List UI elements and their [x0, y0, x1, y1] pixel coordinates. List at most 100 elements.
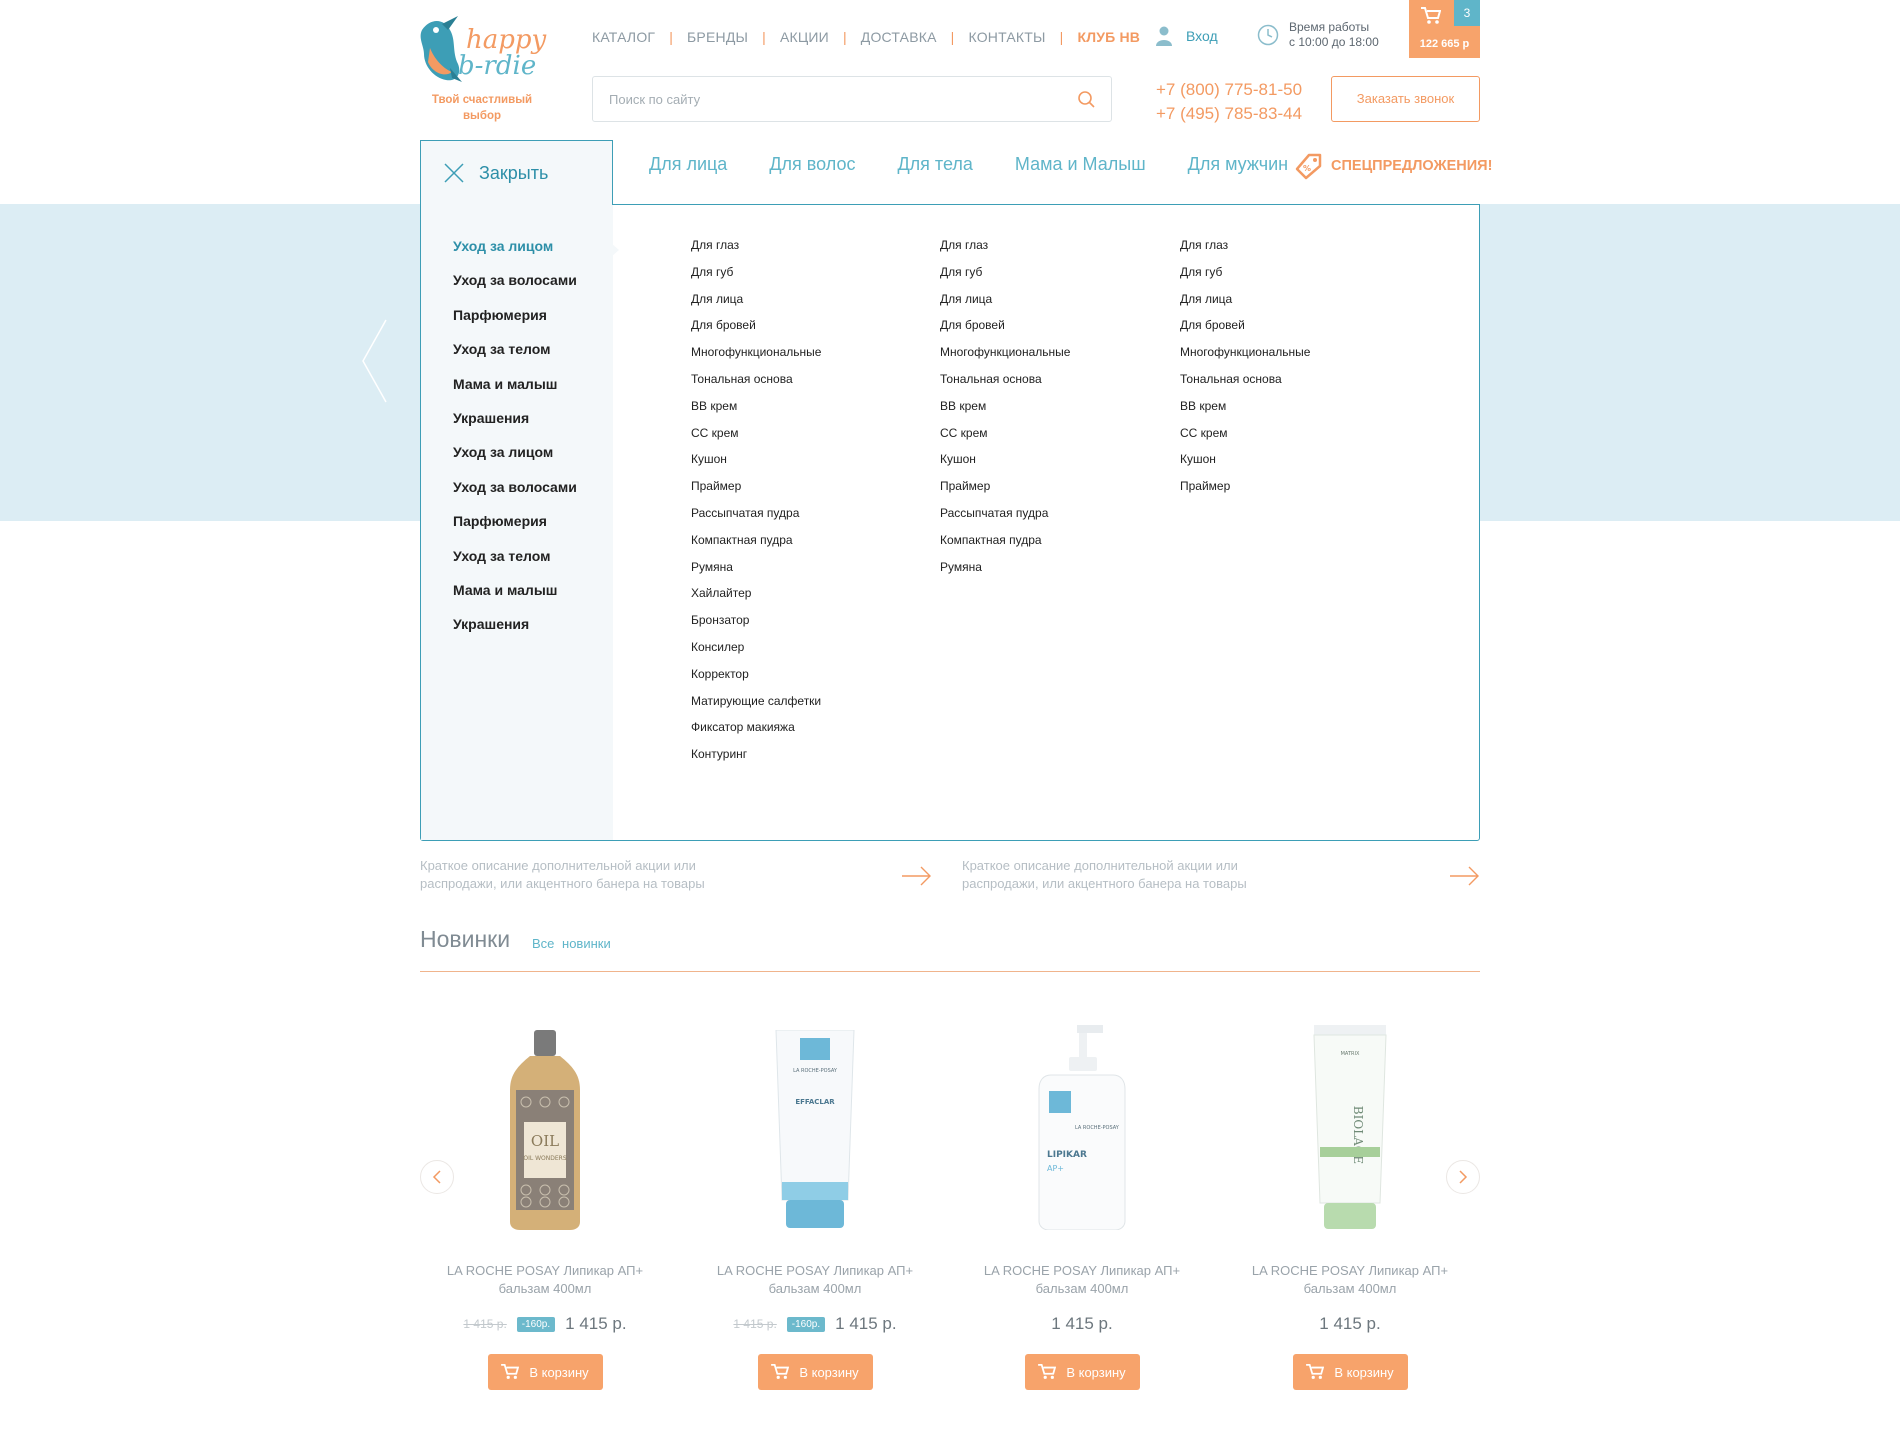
- nav-club[interactable]: КЛУБ HB: [1077, 29, 1140, 45]
- subcategory-link[interactable]: BB крем: [940, 399, 1070, 426]
- subcategory-link[interactable]: Кушон: [1180, 452, 1310, 479]
- product-image[interactable]: OIL OIL WONDERS: [435, 1020, 655, 1230]
- arrow-right-icon[interactable]: [1450, 866, 1480, 886]
- subcategory-link[interactable]: Для бровей: [940, 318, 1070, 345]
- menu-category-item[interactable]: Уход за телом: [453, 548, 577, 582]
- search-input[interactable]: [609, 77, 1049, 121]
- subcategory-link[interactable]: CC крем: [691, 426, 821, 453]
- subcategory-link[interactable]: Бронзатор: [691, 613, 821, 640]
- add-to-cart-button[interactable]: В корзину: [1292, 1354, 1408, 1390]
- subcategory-link[interactable]: Праймер: [940, 479, 1070, 506]
- category-face[interactable]: Для лица: [649, 154, 727, 175]
- subcategory-column-1: Для глаз Для губ Для лица Для бровей Многофу…: [691, 238, 821, 774]
- menu-category-item[interactable]: Парфюмерия: [453, 513, 577, 547]
- product-name[interactable]: LA ROCHE POSAY Липикар АП+ бальзам 400мл: [972, 1262, 1192, 1298]
- subcategory-link[interactable]: Матирующие салфетки: [691, 694, 821, 721]
- subcategory-link[interactable]: BB крем: [691, 399, 821, 426]
- subcategory-link[interactable]: Консилер: [691, 640, 821, 667]
- subcategory-link[interactable]: Для губ: [1180, 265, 1310, 292]
- subcategory-link[interactable]: Для бровей: [691, 318, 821, 345]
- subcategory-link[interactable]: CC крем: [940, 426, 1070, 453]
- subcategory-link[interactable]: Корректор: [691, 667, 821, 694]
- menu-category-item[interactable]: Мама и малыш: [453, 376, 577, 410]
- add-to-cart-button[interactable]: В корзину: [757, 1354, 873, 1390]
- catalog-close-button[interactable]: Закрыть: [420, 140, 613, 205]
- promo-text-1[interactable]: Краткое описание дополнительной акции ил…: [420, 857, 705, 893]
- callback-button[interactable]: Заказать звонок: [1331, 76, 1480, 122]
- subcategory-link[interactable]: Кушон: [691, 452, 821, 479]
- subcategory-link[interactable]: Рассыпчатая пудра: [940, 506, 1070, 533]
- subcategory-link[interactable]: Многофункциональные: [691, 345, 821, 372]
- subcategory-link[interactable]: Для глаз: [1180, 238, 1310, 265]
- product-tube-biolage: MATRIX BIOLAGE: [1313, 1025, 1387, 1229]
- subcategory-link[interactable]: Румяна: [691, 560, 821, 587]
- subcategory-link[interactable]: Для глаз: [691, 238, 821, 265]
- product-name[interactable]: LA ROCHE POSAY Липикар АП+ бальзам 400мл: [435, 1262, 655, 1298]
- subcategory-link[interactable]: Для глаз: [940, 238, 1070, 265]
- category-mom-baby[interactable]: Мама и Малыш: [1015, 154, 1146, 175]
- subcategory-link[interactable]: Тональная основа: [940, 372, 1070, 399]
- subcategory-link[interactable]: Для губ: [691, 265, 821, 292]
- cart-widget[interactable]: 3 122 665 р: [1409, 0, 1480, 58]
- all-new-products-link[interactable]: Все новинки: [532, 936, 611, 951]
- product-card[interactable]: LA ROCHE-POSAY EFFACLAR LA ROCHE POSAY Л…: [705, 1020, 925, 1390]
- subcategory-link[interactable]: Для лица: [940, 292, 1070, 319]
- subcategory-link[interactable]: Тональная основа: [1180, 372, 1310, 399]
- menu-category-item[interactable]: Уход за лицом: [453, 238, 577, 272]
- menu-category-item[interactable]: Мама и малыш: [453, 582, 577, 616]
- nav-delivery[interactable]: ДОСТАВКА: [861, 29, 937, 45]
- menu-category-item[interactable]: Уход за лицом: [453, 444, 577, 478]
- subcategory-link[interactable]: Рассыпчатая пудра: [691, 506, 821, 533]
- subcategory-link[interactable]: CC крем: [1180, 426, 1310, 453]
- menu-category-item[interactable]: Уход за волосами: [453, 272, 577, 306]
- product-image[interactable]: LA ROCHE-POSAY EFFACLAR: [705, 1020, 925, 1230]
- subcategory-link[interactable]: Многофункциональные: [1180, 345, 1310, 372]
- phone-1[interactable]: +7 (800) 775-81-50: [1156, 78, 1302, 102]
- login-link[interactable]: Вход: [1156, 26, 1218, 46]
- menu-category-item[interactable]: Украшения: [453, 410, 577, 444]
- subcategory-link[interactable]: Для бровей: [1180, 318, 1310, 345]
- subcategory-link[interactable]: BB крем: [1180, 399, 1310, 426]
- subcategory-link[interactable]: Компактная пудра: [940, 533, 1070, 560]
- nav-catalog[interactable]: КАТАЛОГ: [592, 29, 655, 45]
- phone-2[interactable]: +7 (495) 785-83-44: [1156, 102, 1302, 126]
- nav-promos[interactable]: АКЦИИ: [780, 29, 829, 45]
- nav-brands[interactable]: БРЕНДЫ: [687, 29, 748, 45]
- category-men[interactable]: Для мужчин: [1188, 154, 1288, 175]
- subcategory-link[interactable]: Для лица: [691, 292, 821, 319]
- product-name[interactable]: LA ROCHE POSAY Липикар АП+ бальзам 400мл: [1240, 1262, 1460, 1298]
- nav-contacts[interactable]: КОНТАКТЫ: [969, 29, 1046, 45]
- category-hair[interactable]: Для волос: [769, 154, 855, 175]
- subcategory-link[interactable]: Кушон: [940, 452, 1070, 479]
- subcategory-link[interactable]: Контуринг: [691, 747, 821, 774]
- product-image[interactable]: LA ROCHE-POSAY LIPIKAR AP+: [972, 1020, 1192, 1230]
- menu-category-item[interactable]: Уход за телом: [453, 341, 577, 375]
- category-body[interactable]: Для тела: [897, 154, 972, 175]
- add-to-cart-button[interactable]: В корзину: [487, 1354, 603, 1390]
- special-offers-link[interactable]: % СПЕЦПРЕДЛОЖЕНИЯ!: [1293, 151, 1492, 181]
- subcategory-link[interactable]: Праймер: [691, 479, 821, 506]
- subcategory-link[interactable]: Для губ: [940, 265, 1070, 292]
- subcategory-link[interactable]: Тональная основа: [691, 372, 821, 399]
- subcategory-link[interactable]: Многофункциональные: [940, 345, 1070, 372]
- subcategory-link[interactable]: Хайлайтер: [691, 586, 821, 613]
- subcategory-link[interactable]: Румяна: [940, 560, 1070, 587]
- promo-text-2[interactable]: Краткое описание дополнительной акции ил…: [962, 857, 1247, 893]
- arrow-right-icon[interactable]: [902, 866, 932, 886]
- hero-prev-arrow-icon[interactable]: [360, 318, 390, 404]
- product-card[interactable]: LA ROCHE-POSAY LIPIKAR AP+ LA ROCHE POSA…: [972, 1020, 1192, 1390]
- product-image[interactable]: MATRIX BIOLAGE: [1240, 1020, 1460, 1230]
- subcategory-link[interactable]: Компактная пудра: [691, 533, 821, 560]
- product-name[interactable]: LA ROCHE POSAY Липикар АП+ бальзам 400мл: [705, 1262, 925, 1298]
- add-to-cart-label: В корзину: [1066, 1364, 1126, 1380]
- search-icon[interactable]: [1077, 90, 1095, 108]
- subcategory-link[interactable]: Для лица: [1180, 292, 1310, 319]
- product-card[interactable]: OIL OIL WONDERS LA ROCHE POSAY Липикар А…: [435, 1020, 655, 1390]
- menu-category-item[interactable]: Парфюмерия: [453, 307, 577, 341]
- add-to-cart-button[interactable]: В корзину: [1024, 1354, 1140, 1390]
- subcategory-link[interactable]: Фиксатор макияжа: [691, 720, 821, 747]
- product-card[interactable]: MATRIX BIOLAGE LA ROCHE POSAY Липикар АП…: [1240, 1020, 1460, 1390]
- menu-category-item[interactable]: Уход за волосами: [453, 479, 577, 513]
- subcategory-link[interactable]: Праймер: [1180, 479, 1310, 506]
- menu-category-item[interactable]: Украшения: [453, 616, 577, 650]
